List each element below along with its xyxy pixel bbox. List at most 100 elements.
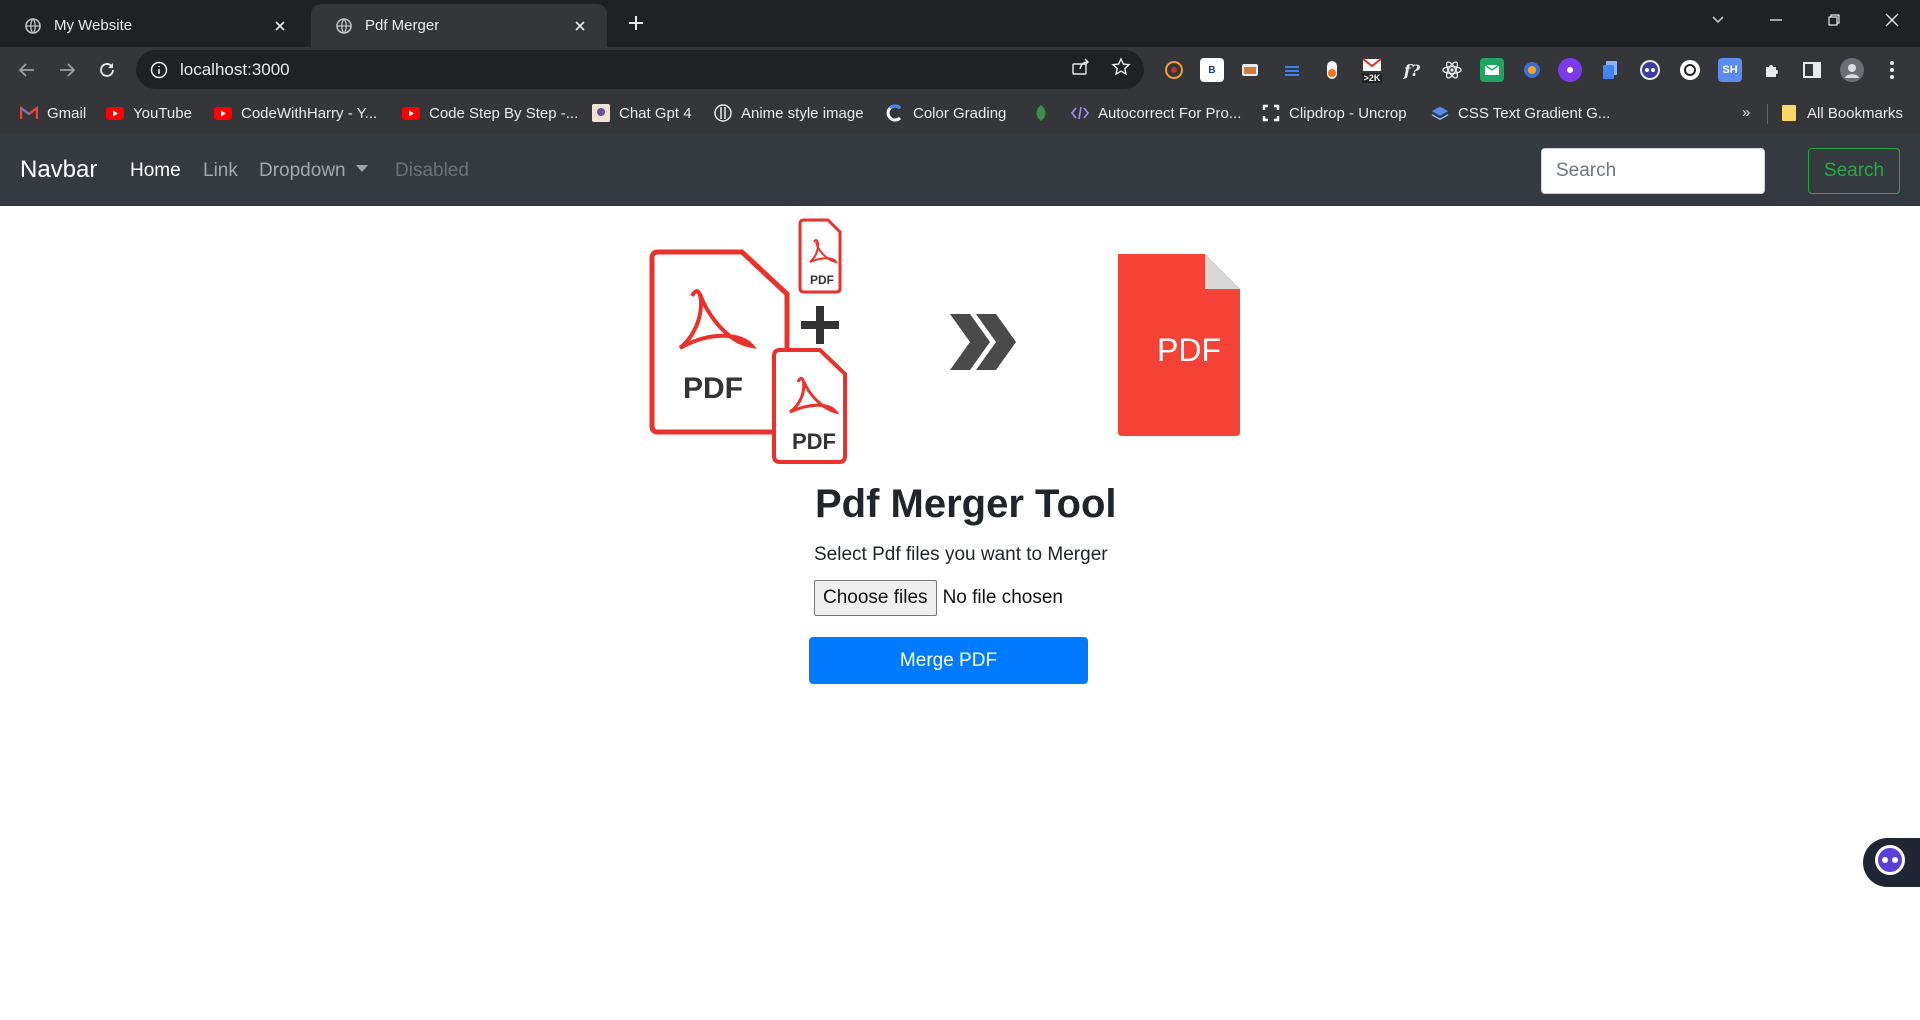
- bookmark-label: Anime style image: [741, 104, 864, 122]
- bookmark-youtube[interactable]: YouTube: [106, 104, 192, 122]
- bookmark-label: YouTube: [133, 104, 192, 122]
- pdf-label: PDF: [1157, 332, 1221, 368]
- bookmark-label: All Bookmarks: [1807, 104, 1903, 122]
- circle-icon: [714, 104, 732, 122]
- address-bar[interactable]: localhost:3000: [136, 50, 1144, 89]
- bookmark-label: CodeWithHarry - Y...: [241, 104, 378, 122]
- sh-extension-icon[interactable]: SH: [1718, 58, 1742, 82]
- restore-icon[interactable]: [1806, 0, 1862, 40]
- bookmark-label: Autocorrect For Pro...: [1098, 104, 1242, 122]
- minimize-icon[interactable]: [1748, 0, 1804, 40]
- bookmarks-bar: Gmail YouTube CodeWithHarry - Y... Code …: [0, 92, 1920, 135]
- new-tab-icon[interactable]: [622, 9, 650, 37]
- bookmark-label: Gmail: [47, 104, 87, 122]
- circle-extension-icon[interactable]: [1678, 58, 1702, 82]
- tab-title: Pdf Merger: [365, 17, 440, 34]
- nav-dropdown[interactable]: Dropdown: [259, 160, 368, 182]
- merge-pdf-button[interactable]: Merge PDF: [809, 637, 1088, 684]
- tab-pdf-merger[interactable]: Pdf Merger: [311, 4, 607, 47]
- bookmark-label: Clipdrop - Uncrop: [1289, 104, 1407, 122]
- close-window-icon[interactable]: [1864, 0, 1920, 40]
- navbar-brand[interactable]: Navbar: [20, 156, 97, 184]
- bookmarks-divider: [1767, 104, 1768, 124]
- bookmark-gmail[interactable]: Gmail: [20, 104, 86, 122]
- extension-toggle-icon[interactable]: [1320, 58, 1344, 82]
- browser-tab-strip: My Website Pdf Merger: [0, 0, 1920, 47]
- youtube-icon: [402, 104, 420, 122]
- puzzle-extensions-icon[interactable]: [1760, 58, 1784, 82]
- pdf-label: PDF: [810, 273, 834, 287]
- pdf-label: PDF: [792, 429, 836, 454]
- choose-files-button[interactable]: Choose files: [814, 580, 937, 616]
- react-devtools-icon[interactable]: [1440, 58, 1464, 82]
- youtube-icon: [214, 104, 232, 122]
- side-panel-icon[interactable]: [1800, 58, 1824, 82]
- share-icon[interactable]: [1070, 56, 1092, 78]
- close-tab-icon[interactable]: [269, 15, 291, 37]
- site-info-icon[interactable]: [150, 61, 168, 79]
- image-icon: [592, 104, 610, 122]
- gmail-counter-icon[interactable]: >2K: [1358, 54, 1386, 86]
- gmail-icon: [20, 104, 38, 122]
- globe-icon: [335, 17, 353, 35]
- mail-extension-icon[interactable]: [1480, 58, 1504, 82]
- bookmark-label: Chat Gpt 4: [619, 104, 692, 122]
- bookmark-codewithharry[interactable]: CodeWithHarry - Y...: [214, 104, 377, 122]
- page-title: Pdf Merger Tool: [815, 482, 1117, 526]
- bookmark-css-text-gradient[interactable]: CSS Text Gradient G...: [1431, 104, 1610, 122]
- double-chevron-right-icon: [950, 314, 1016, 370]
- bot-extension-icon[interactable]: [1638, 58, 1662, 82]
- profile-avatar[interactable]: [1840, 58, 1864, 82]
- pdf-document-icon: PDF: [772, 348, 847, 464]
- pdf-document-icon: PDF: [649, 249, 790, 435]
- pdf-merge-illustration: PDF PDF PDF PDF: [640, 206, 1280, 481]
- page-subtitle: Select Pdf files you want to Merger: [814, 544, 1108, 565]
- bookmark-code-step-by-step[interactable]: Code Step By Step -...: [402, 104, 578, 122]
- floating-assistant-button[interactable]: [1863, 838, 1920, 887]
- navbar-search-input[interactable]: [1541, 148, 1765, 194]
- extension-label: B: [1208, 64, 1216, 76]
- file-input: Choose files No file chosen: [814, 580, 1063, 616]
- colorful-extension-icon[interactable]: [1520, 58, 1544, 82]
- bookmark-clipdrop[interactable]: Clipdrop - Uncrop: [1262, 104, 1407, 122]
- back-icon[interactable]: [11, 54, 43, 86]
- url-text: localhost:3000: [180, 59, 290, 79]
- bookmark-chat-gpt-4[interactable]: Chat Gpt 4: [592, 104, 692, 122]
- formula-extension-icon[interactable]: f?: [1400, 58, 1424, 82]
- extension-b-icon[interactable]: B: [1200, 58, 1224, 82]
- navbar-search-button[interactable]: Search: [1808, 148, 1900, 194]
- bookmark-label: CSS Text Gradient G...: [1458, 104, 1611, 122]
- leaf-icon: [1032, 104, 1050, 122]
- reload-icon[interactable]: [91, 54, 123, 86]
- overflow-label: »: [1742, 104, 1751, 121]
- youtube-icon: [106, 104, 124, 122]
- menu-kebab-icon[interactable]: [1880, 58, 1904, 82]
- file-status-text: No file chosen: [942, 587, 1063, 608]
- copy-extension-icon[interactable]: [1598, 58, 1622, 82]
- bookmark-autocorrect[interactable]: Autocorrect For Pro...: [1071, 104, 1241, 122]
- all-bookmarks-folder[interactable]: All Bookmarks: [1780, 104, 1903, 122]
- site-navbar: Navbar Home Link Dropdown Disabled Searc…: [0, 135, 1920, 206]
- purple-extension-icon[interactable]: [1558, 58, 1582, 82]
- bookmark-anime-style-image[interactable]: Anime style image: [714, 104, 864, 122]
- tab-search-icon[interactable]: [1690, 0, 1746, 40]
- tab-my-website[interactable]: My Website: [0, 4, 307, 47]
- nav-link-home[interactable]: Home: [130, 160, 181, 182]
- close-tab-icon[interactable]: [569, 15, 591, 37]
- extension-bars-icon[interactable]: [1280, 58, 1304, 82]
- bookmark-star-icon[interactable]: [1110, 56, 1132, 78]
- extension-image-icon[interactable]: [1238, 58, 1262, 82]
- extension-label: f?: [1403, 60, 1421, 80]
- css-icon: [1431, 104, 1449, 122]
- pdf-label: PDF: [683, 372, 743, 405]
- bookmarks-overflow-button[interactable]: »: [1742, 104, 1750, 121]
- extension-label: SH: [1722, 64, 1738, 76]
- bookmark-color-grading[interactable]: Color Grading: [886, 104, 1006, 122]
- clipdrop-icon: [1262, 104, 1280, 122]
- caret-down-icon: [355, 165, 368, 172]
- forward-icon[interactable]: [51, 54, 83, 86]
- nav-dropdown-label: Dropdown: [259, 160, 346, 181]
- bookmark-leaf[interactable]: [1032, 104, 1059, 122]
- extension-icon[interactable]: [1162, 58, 1186, 82]
- nav-link-link[interactable]: Link: [203, 160, 238, 182]
